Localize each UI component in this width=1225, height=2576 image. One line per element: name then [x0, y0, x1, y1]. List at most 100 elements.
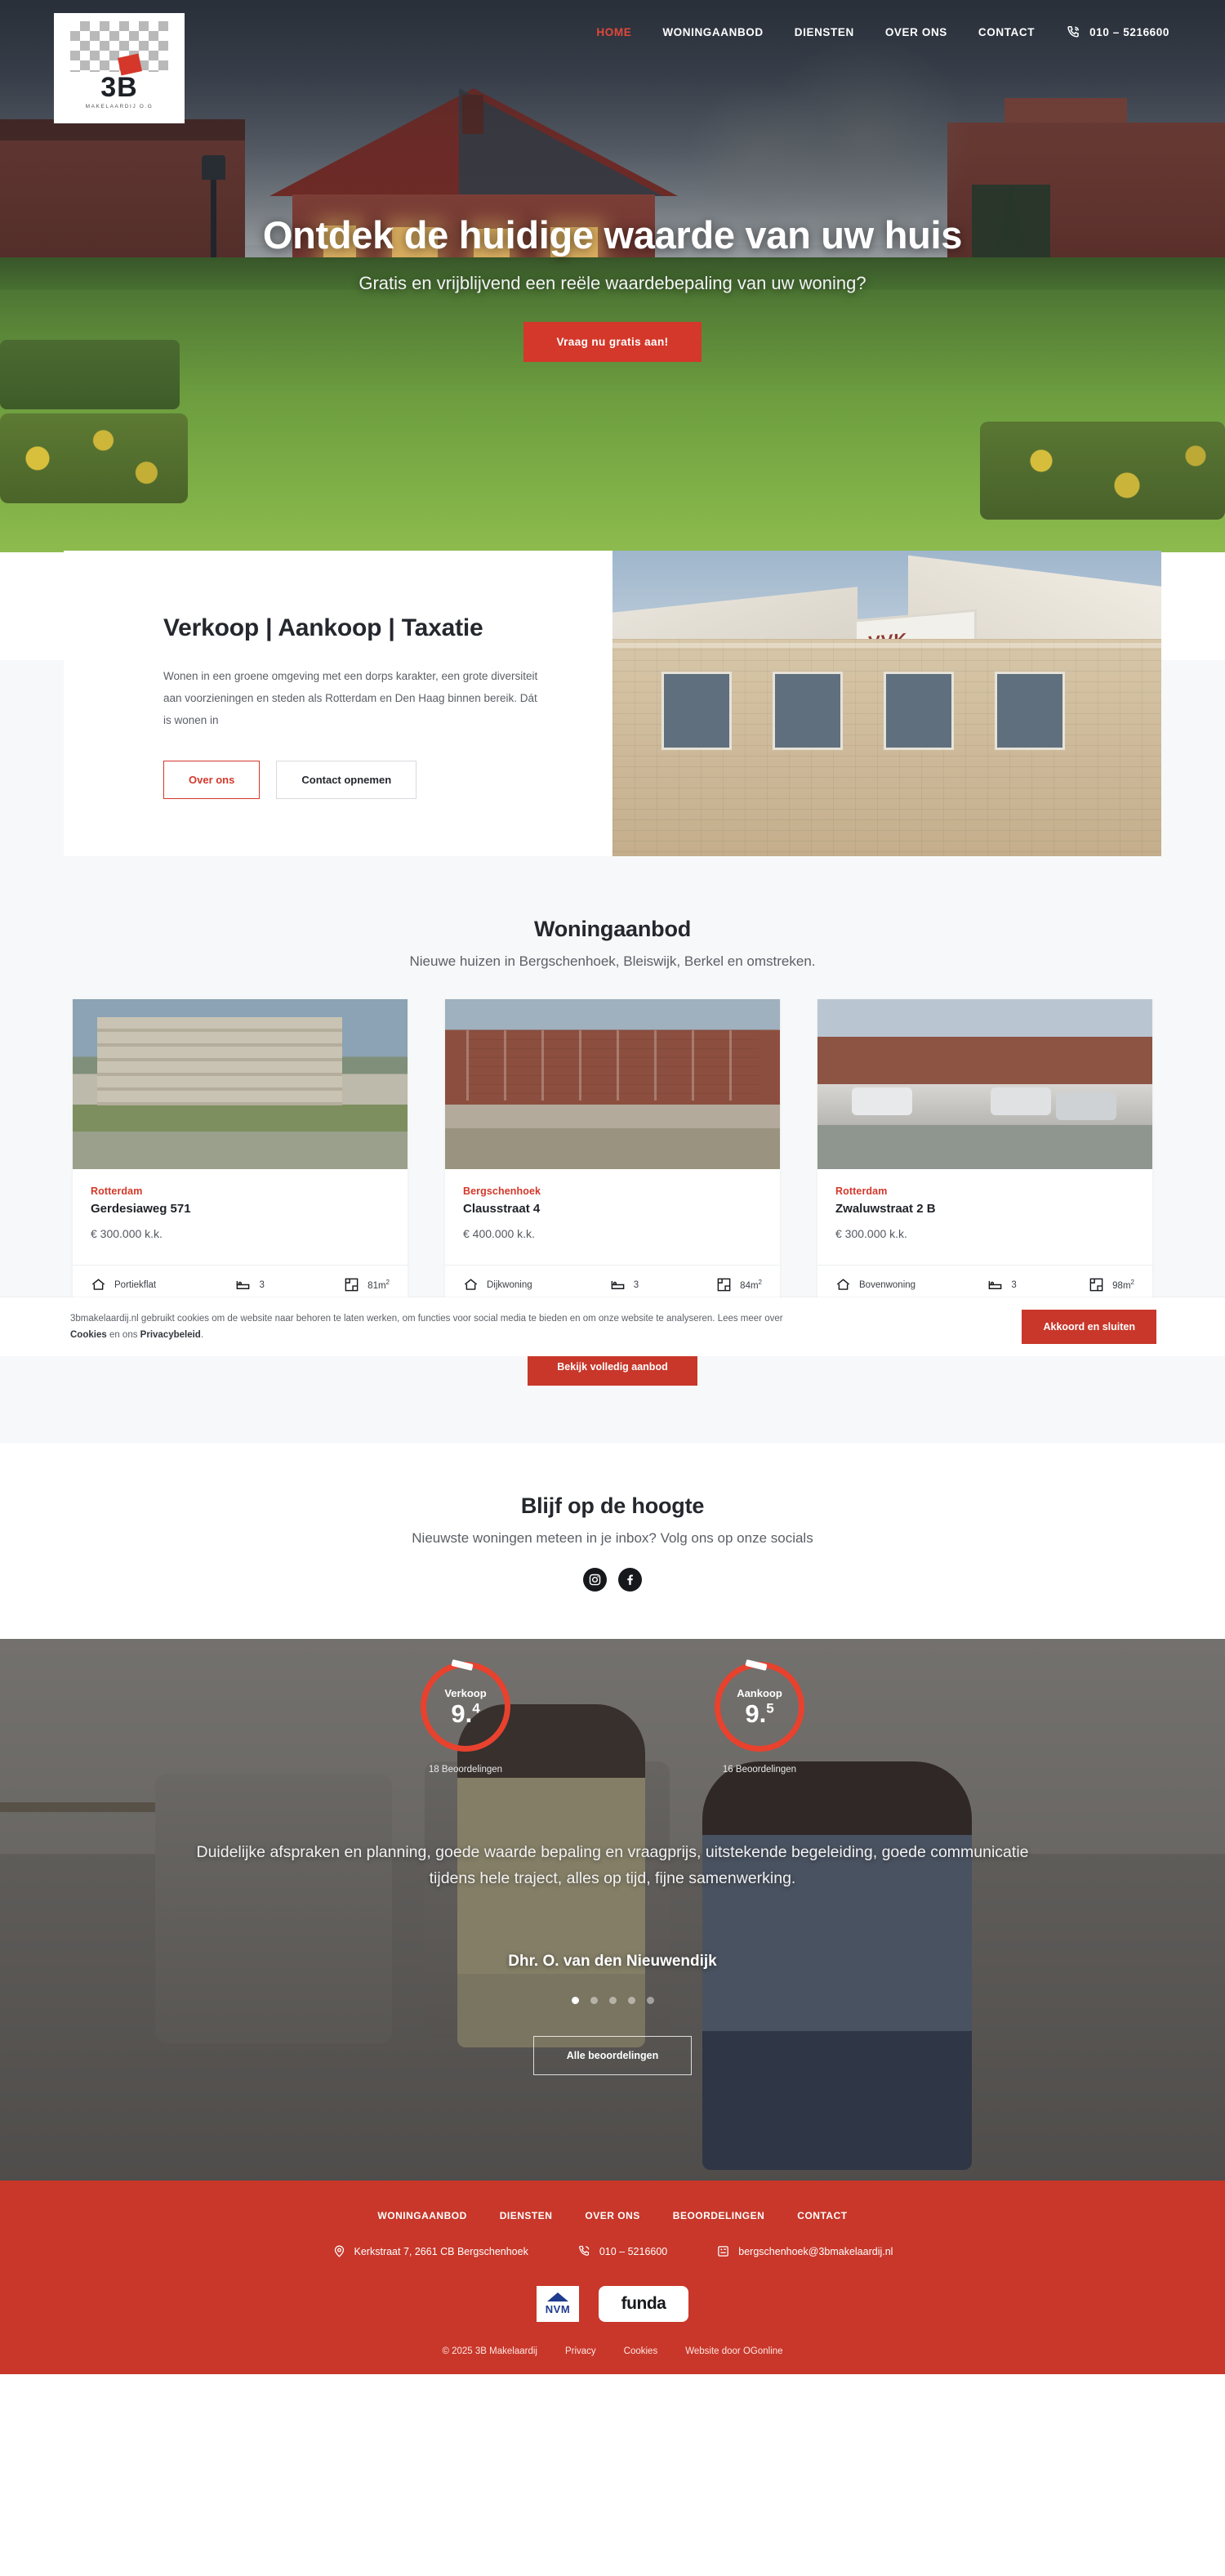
footer-email[interactable]: bergschenhoek@3bmakelaardij.nl — [716, 2244, 893, 2258]
cookie-link-cookies[interactable]: Cookies — [70, 1330, 107, 1340]
carousel-dot-5[interactable] — [646, 1997, 654, 2005]
listing-city: Rotterdam — [835, 1185, 888, 1198]
listing-photo — [445, 999, 780, 1170]
office-window — [662, 672, 732, 751]
score-decimal: 4 — [472, 1701, 480, 1717]
listing-price: € 400.000 k.k. — [463, 1227, 535, 1241]
hero-subtitle: Gratis en vrijblijvend een reële waardeb… — [359, 272, 866, 293]
score-value: 9.4 — [451, 1701, 479, 1726]
office-window — [773, 672, 843, 751]
office-window — [995, 672, 1065, 751]
carousel-dots — [0, 1997, 1225, 2005]
cookie-link-privacy[interactable]: Privacybeleid — [140, 1330, 201, 1340]
bed-icon — [235, 1277, 251, 1292]
footer-legal-cookies[interactable]: Cookies — [624, 2346, 658, 2356]
logo-brand-text: 3B — [100, 72, 138, 103]
listing-street: Clausstraat 4 — [463, 1202, 541, 1217]
hero-cta-button[interactable]: Vraag nu gratis aan! — [523, 321, 702, 362]
house-icon — [91, 1277, 106, 1292]
listings-subtitle: Nieuwe huizen in Bergschenhoek, Bleiswij… — [409, 953, 816, 970]
page-root: 3B MAKELAARDIJ O.G HOME WONINGAANBOD DIE… — [0, 0, 1225, 2375]
score-decimal: 5 — [766, 1701, 774, 1717]
facebook-icon[interactable] — [618, 1568, 642, 1592]
footer-nav-diensten[interactable]: DIENSTEN — [500, 2210, 553, 2221]
mail-icon — [716, 2244, 730, 2258]
score-ring-gap — [745, 1659, 768, 1672]
footer-legal-privacy[interactable]: Privacy — [565, 2346, 596, 2356]
listing-street: Zwaluwstraat 2 B — [835, 1202, 936, 1217]
listing-body: Rotterdam Gerdesiaweg 571 € 300.000 k.k. — [73, 1169, 408, 1247]
listing-card[interactable]: Bergschenhoek Clausstraat 4 € 400.000 k.… — [445, 999, 780, 1306]
cookie-consent-bar: 3bmakelaardij.nl gebruikt cookies om de … — [0, 1297, 1225, 1356]
footer-phone[interactable]: 010 – 5216600 — [577, 2244, 667, 2258]
main-navigation: 3B MAKELAARDIJ O.G HOME WONINGAANBOD DIE… — [0, 0, 1225, 123]
nav-item-diensten[interactable]: DIENSTEN — [795, 26, 854, 38]
nav-item-home[interactable]: HOME — [596, 26, 631, 38]
carousel-dot-3[interactable] — [608, 1997, 617, 2005]
footer-nav-woningaanbod[interactable]: WONINGAANBOD — [377, 2210, 466, 2221]
score-aankoop: Aankoop 9.5 16 Beoordelingen — [686, 1659, 833, 1775]
office-wall-divider — [612, 643, 1161, 649]
nav-item-over-ons[interactable]: OVER ONS — [885, 26, 947, 38]
listing-bedrooms-count: 3 — [259, 1279, 265, 1290]
house-icon — [463, 1277, 479, 1292]
score-ring: Verkoop 9.4 — [421, 1659, 510, 1752]
footer-nav-beoordelingen[interactable]: BEOORDELINGEN — [673, 2210, 765, 2221]
office-window — [884, 672, 954, 751]
footer-nav-contact[interactable]: CONTACT — [797, 2210, 847, 2221]
listing-area-number: 81m — [368, 1281, 386, 1292]
listing-bedrooms: 3 — [235, 1277, 265, 1292]
listing-price: € 300.000 k.k. — [835, 1227, 907, 1241]
listings-header: Woningaanbod Nieuwe huizen in Bergschenh… — [0, 917, 1225, 970]
listings-title: Woningaanbod — [533, 917, 692, 942]
intro-photo-column: VVK — [612, 551, 1161, 857]
intro-paragraph: Wonen in een groene omgeving met een dor… — [163, 670, 538, 727]
footer-address[interactable]: Kerkstraat 7, 2661 CB Bergschenhoek — [332, 2244, 528, 2258]
score-value: 9.5 — [745, 1701, 773, 1726]
nvm-logo[interactable]: NVM — [537, 2286, 579, 2323]
over-ons-button[interactable]: Over ons — [163, 761, 261, 800]
cookie-text-part2: en ons — [106, 1330, 140, 1340]
listing-bedrooms-count: 3 — [633, 1279, 639, 1290]
listing-type-label: Portiekflat — [114, 1279, 157, 1290]
footer-nav-over-ons[interactable]: OVER ONS — [585, 2210, 639, 2221]
score-whole: 9. — [745, 1699, 767, 1729]
hero-title: Ontdek de huidige waarde van uw huis — [262, 213, 963, 257]
listing-price: € 300.000 k.k. — [91, 1227, 163, 1241]
listing-area-value: 84m2 — [740, 1279, 762, 1291]
footer-legal-website[interactable]: Website door OGonline — [685, 2346, 782, 2356]
carousel-dot-2[interactable] — [590, 1997, 598, 2005]
hero-section: 3B MAKELAARDIJ O.G HOME WONINGAANBOD DIE… — [0, 0, 1225, 552]
review-quote: Duidelijke afspraken en planning, goede … — [196, 1843, 1029, 1887]
listing-body: Rotterdam Zwaluwstraat 2 B € 300.000 k.k… — [817, 1169, 1152, 1247]
listing-area-unit: 2 — [758, 1279, 762, 1287]
listing-area-value: 98m2 — [1112, 1279, 1134, 1291]
nav-phone-number: 010 – 5216600 — [1089, 26, 1169, 38]
listing-photo — [817, 999, 1152, 1170]
nav-item-contact[interactable]: CONTACT — [978, 26, 1035, 38]
contact-opnemen-button[interactable]: Contact opnemen — [276, 761, 417, 800]
footer-copyright: © 2025 3B Makelaardij — [442, 2346, 537, 2357]
nav-item-woningaanbod[interactable]: WONINGAANBOD — [662, 26, 763, 38]
listing-type-label: Bovenwoning — [859, 1279, 916, 1290]
socials-title: Blijf op de hoogte — [520, 1493, 705, 1519]
all-reviews-button[interactable]: Alle beoordelingen — [532, 2036, 693, 2076]
instagram-icon[interactable] — [583, 1568, 607, 1592]
listing-area-number: 84m — [740, 1281, 759, 1292]
listing-card[interactable]: Rotterdam Zwaluwstraat 2 B € 300.000 k.k… — [817, 999, 1152, 1306]
site-logo[interactable]: 3B MAKELAARDIJ O.G — [54, 13, 185, 123]
funda-logo[interactable]: funda — [599, 2286, 688, 2323]
score-label: Verkoop — [444, 1687, 487, 1700]
listing-photo — [73, 999, 408, 1170]
cookie-accept-button[interactable]: Akkoord en sluiten — [1022, 1310, 1156, 1344]
listing-area-number: 98m — [1112, 1281, 1131, 1292]
socials-section: Blijf op de hoogte Nieuwste woningen met… — [0, 1443, 1225, 1640]
footer-address-text: Kerkstraat 7, 2661 CB Bergschenhoek — [354, 2245, 528, 2257]
carousel-dot-1[interactable] — [571, 1997, 579, 2005]
carousel-dot-4[interactable] — [627, 1997, 635, 2005]
bed-icon — [610, 1277, 626, 1292]
floorplan-icon — [716, 1277, 732, 1292]
listing-card[interactable]: Rotterdam Gerdesiaweg 571 € 300.000 k.k.… — [73, 999, 408, 1306]
listing-street: Gerdesiaweg 571 — [91, 1202, 191, 1217]
nav-phone-link[interactable]: 010 – 5216600 — [1066, 25, 1169, 40]
